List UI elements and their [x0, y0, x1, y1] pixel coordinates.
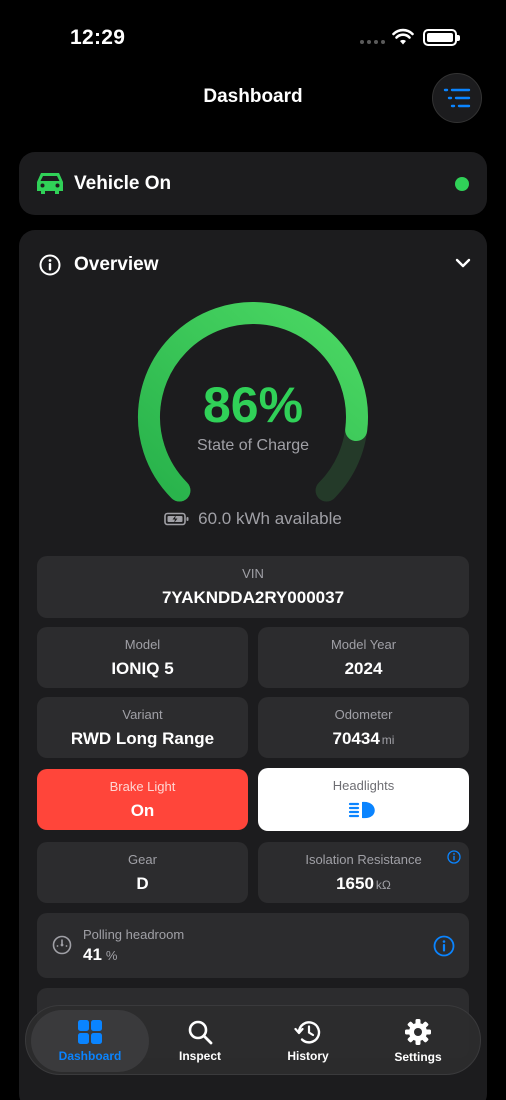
- tab-dashboard-label: Dashboard: [58, 1049, 122, 1063]
- headlight-icon: [348, 801, 375, 819]
- speedometer-icon: [52, 935, 72, 955]
- vehicle-status-label: Vehicle On: [74, 173, 172, 194]
- gear-label: Gear: [128, 852, 157, 867]
- tab-settings-label: Settings: [394, 1050, 442, 1064]
- gear-value: D: [136, 874, 149, 893]
- polling-unit: %: [105, 948, 118, 963]
- brake-light-tile: Brake Light On: [37, 769, 248, 830]
- page-title: Dashboard: [203, 86, 303, 107]
- energy-available: 60.0 kWh available: [19, 509, 487, 529]
- vin-tile: VIN 7YAKNDDA2RY000037: [37, 556, 469, 618]
- chevron-down-icon[interactable]: [455, 257, 471, 269]
- battery-charging-icon: [164, 512, 189, 526]
- tab-inspect[interactable]: Inspect: [144, 1006, 256, 1076]
- info-icon[interactable]: [447, 850, 461, 864]
- headlights-tile: Headlights: [258, 768, 469, 831]
- magnifier-icon: [188, 1020, 213, 1045]
- grid-icon: [78, 1020, 102, 1044]
- model-year-tile: Model Year 2024: [258, 627, 469, 688]
- info-icon: [39, 254, 61, 276]
- gear-icon: [405, 1019, 431, 1045]
- tab-settings[interactable]: Settings: [362, 1006, 474, 1076]
- odometer-label: Odometer: [334, 707, 393, 722]
- vehicle-status-indicator: [455, 177, 469, 191]
- status-bar: 12:29: [0, 0, 506, 70]
- polling-headroom-value: 41%: [83, 945, 117, 965]
- status-time: 12:29: [70, 26, 126, 49]
- headlights-label: Headlights: [332, 778, 395, 793]
- polling-headroom-tile: Polling headroom 41%: [37, 913, 469, 978]
- isolation-resistance-tile: Isolation Resistance 1650 kΩ: [258, 842, 469, 903]
- odometer-number: 70434: [332, 729, 380, 748]
- cellular-signal-icon: [360, 40, 385, 44]
- history-clock-icon: [294, 1021, 321, 1044]
- model-value: IONIQ 5: [111, 659, 174, 678]
- overview-title: Overview: [74, 254, 159, 275]
- isolation-number: 1650: [336, 874, 374, 893]
- vin-label: VIN: [242, 566, 264, 581]
- vin-value: 7YAKNDDA2RY000037: [161, 588, 345, 607]
- car-icon: [37, 173, 63, 194]
- odometer-tile: Odometer 70434 mi: [258, 697, 469, 758]
- state-of-charge-value: 86%: [202, 377, 304, 433]
- isolation-resistance-label: Isolation Resistance: [305, 852, 422, 867]
- info-icon[interactable]: [433, 935, 455, 957]
- tab-dashboard[interactable]: Dashboard: [31, 1010, 149, 1072]
- tab-history[interactable]: History: [252, 1006, 364, 1076]
- isolation-unit: kΩ: [375, 878, 391, 892]
- odometer-value: 70434 mi: [258, 729, 469, 749]
- model-label: Model: [124, 637, 161, 652]
- polling-number: 41: [83, 945, 102, 964]
- polling-headroom-label: Polling headroom: [83, 927, 185, 942]
- brake-light-value: On: [130, 801, 155, 820]
- variant-tile: Variant RWD Long Range: [37, 697, 248, 758]
- wifi-icon: [392, 28, 414, 45]
- battery-icon: [423, 29, 460, 46]
- brake-light-label: Brake Light: [109, 779, 176, 794]
- model-year-value: 2024: [344, 659, 383, 678]
- tab-history-label: History: [287, 1049, 329, 1063]
- vehicle-status-card[interactable]: Vehicle On: [19, 152, 487, 215]
- variant-value: RWD Long Range: [70, 729, 215, 748]
- model-tile: Model IONIQ 5: [37, 627, 248, 688]
- energy-available-text: 60.0 kWh available: [198, 509, 342, 528]
- model-year-label: Model Year: [330, 637, 397, 652]
- tab-inspect-label: Inspect: [178, 1049, 221, 1063]
- overview-card: Overview 86% State of Charge 60.0 kWh av…: [19, 230, 487, 1100]
- state-of-charge-label: State of Charge: [196, 437, 310, 454]
- variant-label: Variant: [122, 707, 163, 722]
- menu-button[interactable]: [432, 73, 482, 123]
- odometer-unit: mi: [381, 733, 395, 747]
- list-icon: [443, 88, 471, 108]
- isolation-resistance-value: 1650 kΩ: [258, 874, 469, 894]
- tab-bar: Dashboard Inspect History Settings: [25, 1005, 481, 1075]
- gear-tile: Gear D: [37, 842, 248, 903]
